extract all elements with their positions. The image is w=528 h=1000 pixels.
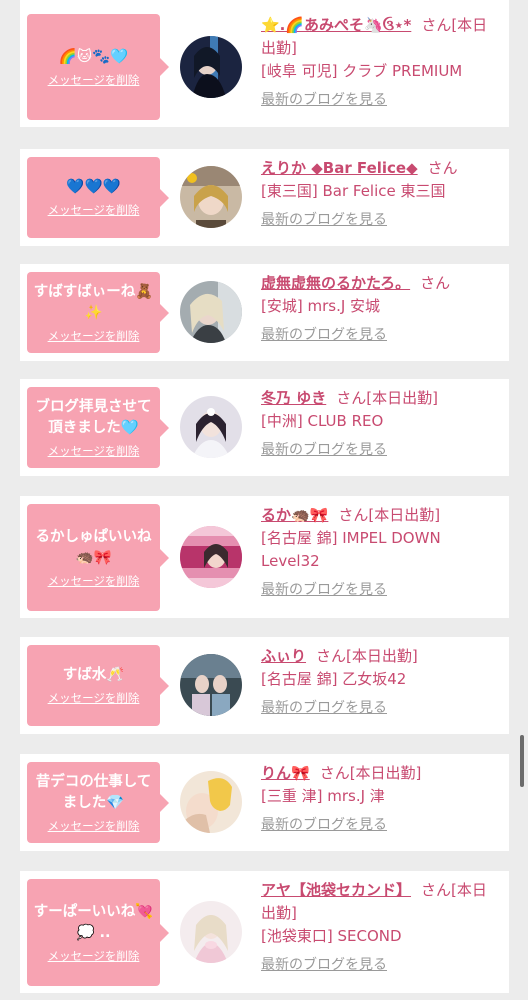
honorific-label: さん — [427, 159, 458, 177]
delete-message-link[interactable]: メッセージを削除 — [48, 573, 140, 589]
avatar[interactable] — [180, 901, 242, 963]
user-info: アヤ【池袋セカンド】 さん[本日出勤] [池袋東口] SECOND 最新のブログを… — [261, 879, 501, 977]
scrollbar[interactable] — [520, 735, 524, 787]
user-info: えりか ◆Bar Felice◆ さん [東三国] Bar Felice 東三国 … — [261, 157, 501, 232]
user-name-link[interactable]: 冬乃 ゆき — [261, 389, 326, 407]
avatar[interactable] — [180, 771, 242, 833]
message-text: ブログ拝見させて 頂きました🩵 — [35, 398, 152, 436]
latest-blog-link[interactable]: 最新のブログを見る — [261, 324, 501, 347]
store-info: [安城] mrs.J 安城 — [261, 297, 381, 315]
message-text: すばすばぃーね🧸 ✨ — [33, 283, 154, 321]
status-badge: [本日出勤] — [349, 764, 422, 782]
latest-blog-link[interactable]: 最新のブログを見る — [261, 697, 501, 720]
message-bubble: るかしゅぱいいね 🦔🎀 メッセージを削除 — [27, 504, 169, 611]
store-info: [三重 津] mrs.J 津 — [261, 787, 385, 805]
status-badge: [本日出勤] — [346, 647, 418, 665]
honorific-label: さん — [336, 389, 367, 407]
message-bubble: 昔デコの仕事して ました💎 メッセージを削除 — [27, 762, 169, 843]
user-info: 冬乃 ゆき さん[本日出勤] [中洲] CLUB REO 最新のブログを見る — [261, 387, 501, 462]
avatar[interactable] — [180, 281, 242, 343]
store-info: [東三国] Bar Felice 東三国 — [261, 182, 446, 200]
avatar[interactable] — [180, 166, 242, 228]
message-text: 💙💙💙 — [66, 179, 121, 195]
list-item: 昔デコの仕事して ました💎 メッセージを削除 りん🎀 さん[本日出勤] [三重 津… — [20, 754, 509, 851]
user-name-link[interactable]: アヤ【池袋セカンド】 — [261, 881, 411, 899]
avatar-image — [180, 281, 242, 343]
message-text: 🌈🐱🐾🩵 — [58, 48, 129, 65]
avatar[interactable] — [180, 654, 242, 716]
status-badge: [本日出勤] — [366, 389, 438, 407]
message-bubble: すば水🥂 メッセージを削除 — [27, 645, 169, 726]
avatar-image — [180, 36, 242, 98]
user-info: 虚無虚無のるかたろ。 さん [安城] mrs.J 安城 最新のブログを見る — [261, 272, 501, 347]
latest-blog-link[interactable]: 最新のブログを見る — [261, 439, 501, 462]
delete-message-link[interactable]: メッセージを削除 — [48, 690, 140, 706]
list-item: すば水🥂 メッセージを削除 ふぃり さん[本日出勤] [名古屋 錦] 乙女坂42 … — [20, 637, 509, 734]
avatar-image — [180, 901, 242, 963]
honorific-label: さん — [421, 16, 452, 34]
message-bubble: 💙💙💙 メッセージを削除 — [27, 157, 169, 238]
honorific-label: さん — [420, 274, 451, 292]
user-name-link[interactable]: るか🦔🎀 — [261, 506, 328, 524]
latest-blog-link[interactable]: 最新のブログを見る — [261, 209, 501, 232]
avatar-image — [180, 526, 242, 588]
avatar-image — [180, 166, 242, 228]
delete-message-link[interactable]: メッセージを削除 — [48, 72, 140, 88]
message-bubble: 🌈🐱🐾🩵 メッセージを削除 — [27, 14, 169, 120]
list-item: るかしゅぱいいね 🦔🎀 メッセージを削除 るか🦔🎀 さん[本日出勤] [名古屋 錦… — [20, 496, 509, 618]
honorific-label: さん — [316, 647, 347, 665]
message-text: すーぱーいいね💘 💭 .. — [33, 903, 154, 941]
delete-message-link[interactable]: メッセージを削除 — [48, 443, 140, 459]
user-name-link[interactable]: ふぃり — [261, 647, 306, 665]
message-text: 昔デコの仕事して ました💎 — [35, 773, 152, 811]
avatar[interactable] — [180, 526, 242, 588]
avatar-image — [180, 654, 242, 716]
store-info: [名古屋 錦] IMPEL DOWN Level32 — [261, 529, 441, 570]
latest-blog-link[interactable]: 最新のブログを見る — [261, 579, 501, 602]
message-text: るかしゅぱいいね 🦔🎀 — [35, 528, 152, 566]
store-info: [名古屋 錦] 乙女坂42 — [261, 670, 407, 688]
store-info: [池袋東口] SECOND — [261, 927, 402, 945]
avatar[interactable] — [180, 36, 242, 98]
delete-message-link[interactable]: メッセージを削除 — [48, 818, 140, 834]
list-item: すばすばぃーね🧸 ✨ メッセージを削除 虚無虚無のるかたろ。 さん [安城] mr… — [20, 264, 509, 361]
status-badge: [本日出勤] — [368, 506, 441, 524]
latest-blog-link[interactable]: 最新のブログを見る — [261, 814, 501, 837]
latest-blog-link[interactable]: 最新のブログを見る — [261, 954, 501, 977]
message-bubble: すばすばぃーね🧸 ✨ メッセージを削除 — [27, 272, 169, 353]
user-name-link[interactable]: 虚無虚無のるかたろ。 — [261, 274, 410, 292]
user-info: るか🦔🎀 さん[本日出勤] [名古屋 錦] IMPEL DOWN Level32 … — [261, 504, 501, 602]
delete-message-link[interactable]: メッセージを削除 — [48, 328, 140, 344]
latest-blog-link[interactable]: 最新のブログを見る — [261, 89, 501, 112]
message-bubble: すーぱーいいね💘 💭 .. メッセージを削除 — [27, 879, 169, 986]
user-info: りん🎀 さん[本日出勤] [三重 津] mrs.J 津 最新のブログを見る — [261, 762, 501, 837]
list-item: 🌈🐱🐾🩵 メッセージを削除 ⭐️.🌈あみぺそ🦄ઉ⋆* さん[本日出勤] [岐阜 可… — [20, 0, 509, 127]
store-info: [中洲] CLUB REO — [261, 412, 384, 430]
avatar-image — [180, 396, 242, 458]
message-bubble: ブログ拝見させて 頂きました🩵 メッセージを削除 — [27, 387, 169, 468]
store-info: [岐阜 可児] クラブ PREMIUM — [261, 62, 463, 80]
user-name-link[interactable]: りん🎀 — [261, 764, 310, 782]
user-name-link[interactable]: えりか ◆Bar Felice◆ — [261, 159, 418, 177]
honorific-label: さん — [319, 764, 350, 782]
message-text: すば水🥂 — [62, 667, 125, 683]
avatar[interactable] — [180, 396, 242, 458]
user-info: ふぃり さん[本日出勤] [名古屋 錦] 乙女坂42 最新のブログを見る — [261, 645, 501, 720]
list-item: ブログ拝見させて 頂きました🩵 メッセージを削除 冬乃 ゆき さん[本日出勤] [… — [20, 379, 509, 476]
user-info: ⭐️.🌈あみぺそ🦄ઉ⋆* さん[本日出勤] [岐阜 可児] クラブ PREMIUM… — [261, 14, 501, 112]
list-item: すーぱーいいね💘 💭 .. メッセージを削除 アヤ【池袋セカンド】 さん[本日出勤… — [20, 871, 509, 993]
user-name-link[interactable]: ⭐️.🌈あみぺそ🦄ઉ⋆* — [261, 16, 411, 34]
delete-message-link[interactable]: メッセージを削除 — [48, 948, 140, 964]
honorific-label: さん — [338, 506, 369, 524]
avatar-image — [180, 771, 242, 833]
delete-message-link[interactable]: メッセージを削除 — [48, 202, 140, 218]
honorific-label: さん — [421, 881, 452, 899]
list-item: 💙💙💙 メッセージを削除 えりか ◆Bar Felice◆ さん [東三国] Ba… — [20, 149, 509, 246]
